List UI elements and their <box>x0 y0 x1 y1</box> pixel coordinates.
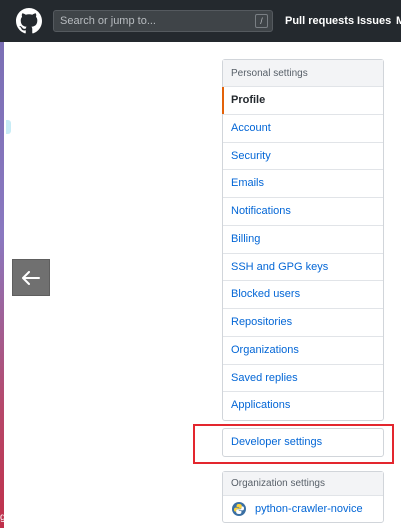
personal-settings-heading: Personal settings <box>223 60 383 87</box>
menu-item-ssh-gpg-keys[interactable]: SSH and GPG keys <box>223 254 383 282</box>
menu-item-organizations[interactable]: Organizations <box>223 337 383 365</box>
menu-item-security[interactable]: Security <box>223 143 383 171</box>
org-item-label: python-crawler-novice <box>255 503 363 515</box>
github-logo-icon[interactable] <box>16 8 42 34</box>
menu-item-applications[interactable]: Applications <box>223 392 383 420</box>
red-highlight-box <box>193 424 394 464</box>
nav-marketplace[interactable]: M <box>396 14 401 28</box>
arrow-left-icon <box>22 270 40 285</box>
menu-item-notifications[interactable]: Notifications <box>223 198 383 226</box>
menu-item-billing[interactable]: Billing <box>223 226 383 254</box>
personal-settings-menu: Personal settings Profile Account Securi… <box>222 59 384 421</box>
org-item-python-crawler-novice[interactable]: python-crawler-novice <box>223 496 383 522</box>
search-input[interactable] <box>54 11 244 31</box>
menu-item-saved-replies[interactable]: Saved replies <box>223 365 383 393</box>
menu-item-account[interactable]: Account <box>223 115 383 143</box>
organization-settings-menu: Organization settings python-crawler-nov… <box>222 471 384 523</box>
back-button[interactable] <box>12 259 50 296</box>
nav-issues[interactable]: Issues <box>357 14 391 28</box>
nav-pull-requests[interactable]: Pull requests <box>285 14 354 28</box>
left-edge-glyph: g <box>0 512 6 523</box>
slash-shortcut-badge: / <box>255 14 268 28</box>
left-edge-background <box>0 42 4 528</box>
menu-item-repositories[interactable]: Repositories <box>223 309 383 337</box>
top-header: / Pull requests Issues M <box>0 0 401 42</box>
menu-item-emails[interactable]: Emails <box>223 170 383 198</box>
menu-item-blocked-users[interactable]: Blocked users <box>223 281 383 309</box>
python-logo-icon <box>232 502 246 516</box>
menu-item-profile[interactable]: Profile <box>222 87 383 115</box>
search-box[interactable]: / <box>53 10 273 32</box>
left-edge-tab <box>6 120 11 134</box>
organization-settings-heading: Organization settings <box>223 472 383 496</box>
